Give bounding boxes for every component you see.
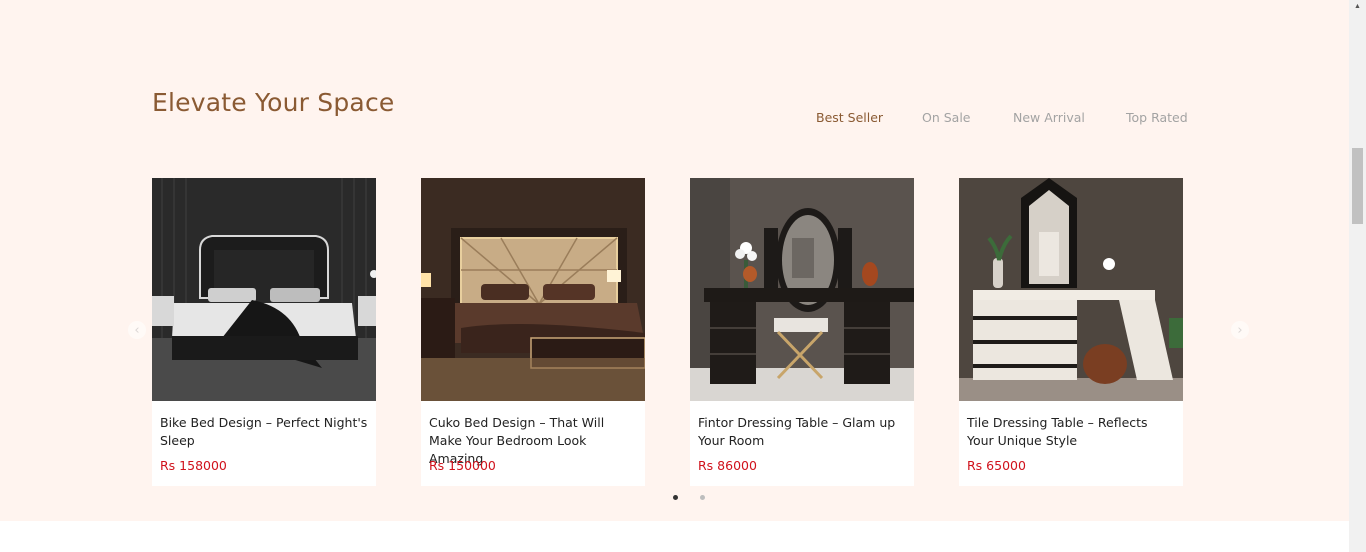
product-card[interactable]: Bike Bed Design – Perfect Night's Sleep … xyxy=(152,178,376,486)
product-image-cuko-bed[interactable] xyxy=(421,178,645,401)
tab-best-seller[interactable]: Best Seller xyxy=(816,110,883,125)
product-price: Rs 150000 xyxy=(429,458,496,473)
scrollbar-thumb[interactable] xyxy=(1352,148,1363,224)
product-price: Rs 65000 xyxy=(967,458,1026,473)
product-card[interactable]: Tile Dressing Table – Reflects Your Uniq… xyxy=(959,178,1183,486)
product-image-tile-dressing-table[interactable] xyxy=(959,178,1183,401)
product-image-fintor-dressing-table[interactable] xyxy=(690,178,914,401)
tab-top-rated[interactable]: Top Rated xyxy=(1126,110,1188,125)
product-title[interactable]: Tile Dressing Table – Reflects Your Uniq… xyxy=(967,414,1177,450)
product-title[interactable]: Bike Bed Design – Perfect Night's Sleep xyxy=(160,414,370,450)
chevron-right-icon: › xyxy=(1237,322,1243,338)
product-card[interactable]: Fintor Dressing Table – Glam up Your Roo… xyxy=(690,178,914,486)
product-filter-tabs: Best Seller On Sale New Arrival Top Rate… xyxy=(0,110,1349,130)
carousel-dot-2[interactable] xyxy=(700,495,705,500)
tab-on-sale[interactable]: On Sale xyxy=(922,110,971,125)
product-section: Elevate Your Space Best Seller On Sale N… xyxy=(0,0,1349,521)
page-scrollbar[interactable]: ▲ xyxy=(1349,0,1366,552)
product-price: Rs 86000 xyxy=(698,458,757,473)
carousel-dot-1[interactable] xyxy=(673,495,678,500)
chevron-left-icon: ‹ xyxy=(134,322,140,338)
product-card[interactable]: Cuko Bed Design – That Will Make Your Be… xyxy=(421,178,645,486)
product-image-bike-bed[interactable] xyxy=(152,178,376,401)
product-price: Rs 158000 xyxy=(160,458,227,473)
scroll-up-arrow-icon[interactable]: ▲ xyxy=(1349,0,1366,12)
carousel-next-button[interactable]: › xyxy=(1231,321,1249,339)
tab-new-arrival[interactable]: New Arrival xyxy=(1013,110,1085,125)
carousel-prev-button[interactable]: ‹ xyxy=(128,321,146,339)
product-title[interactable]: Fintor Dressing Table – Glam up Your Roo… xyxy=(698,414,908,450)
